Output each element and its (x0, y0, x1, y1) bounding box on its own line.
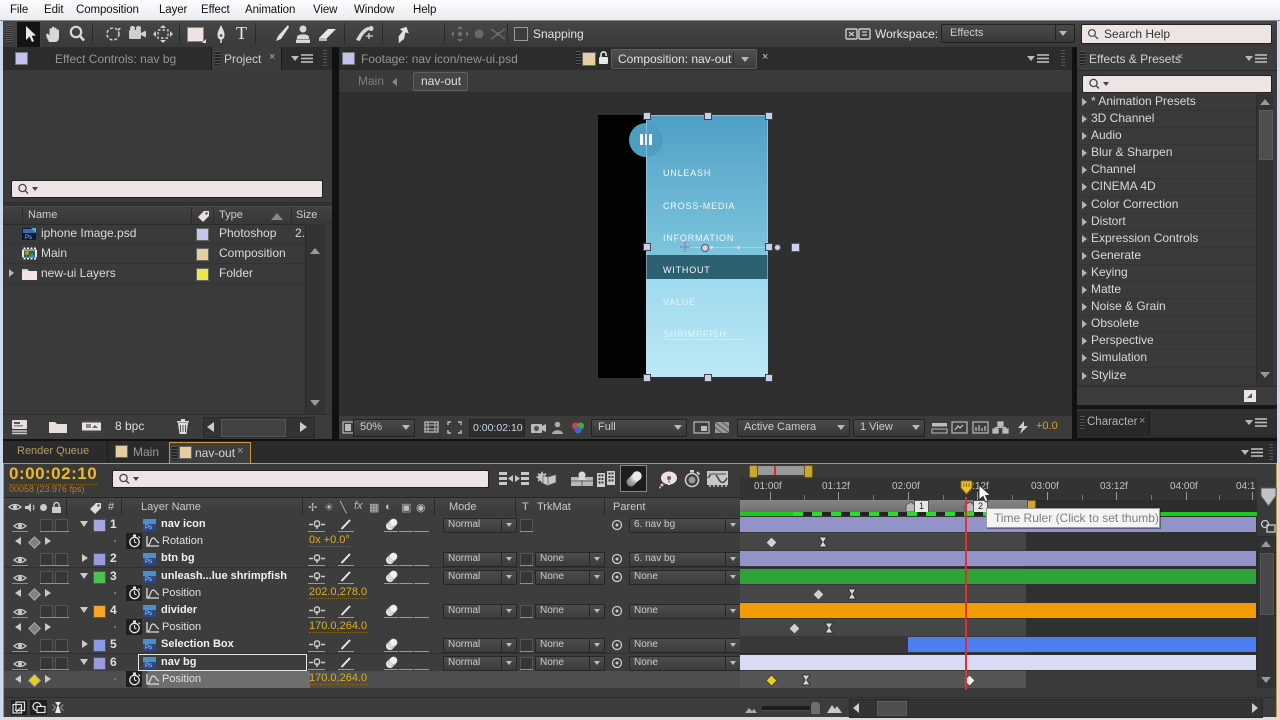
svg-text:Ps: Ps (145, 663, 152, 669)
svg-text:Ps: Ps (145, 645, 152, 651)
svg-text:Ps: Ps (145, 577, 152, 583)
svg-text:Ps: Ps (145, 611, 152, 617)
svg-text:Ps: Ps (25, 235, 32, 241)
svg-text:Ps: Ps (145, 559, 152, 565)
svg-text:Ps: Ps (145, 525, 152, 531)
